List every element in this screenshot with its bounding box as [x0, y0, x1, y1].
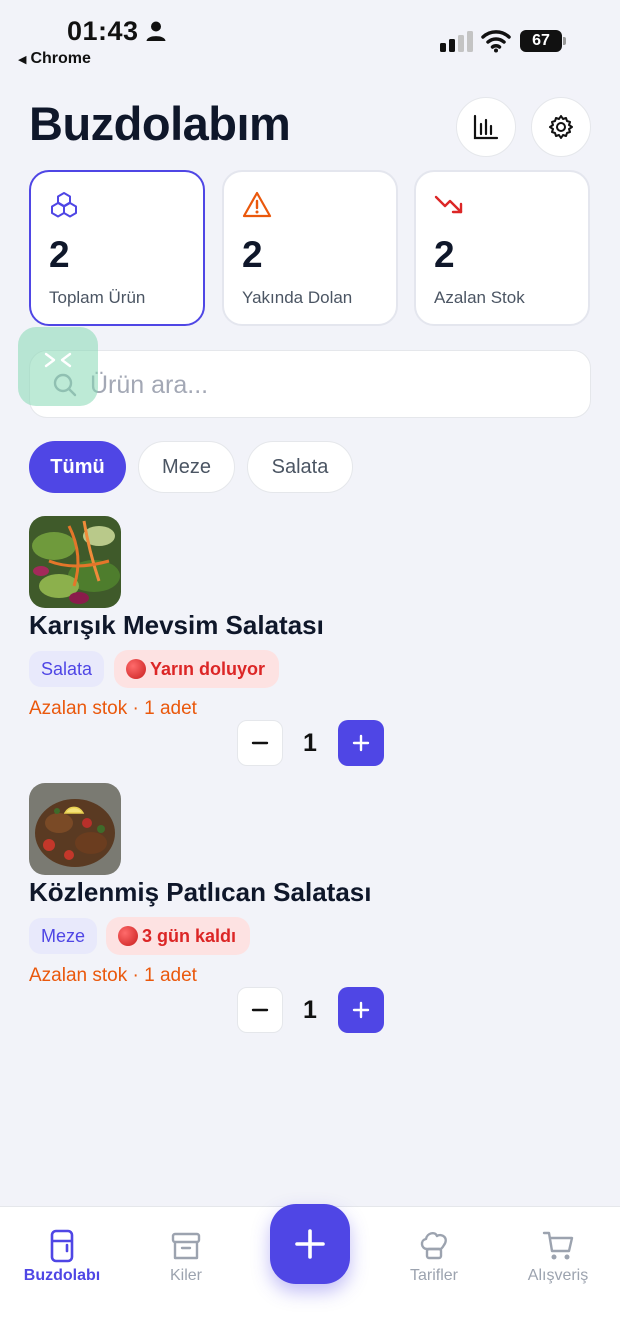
person-icon: [146, 21, 166, 41]
salad-photo-icon: [29, 516, 121, 608]
battery-indicator: 67: [520, 30, 566, 52]
tab-label: Buzdolabı: [23, 1267, 101, 1284]
cellular-signal-icon: [440, 31, 473, 52]
stats-button[interactable]: [456, 97, 516, 157]
eggplant-salad-photo-icon: [29, 783, 121, 875]
stat-card-expiring[interactable]: 2 Yakında Dolan: [222, 170, 398, 326]
stat-label: Toplam Ürün: [49, 288, 146, 307]
filter-chip-meze[interactable]: Meze: [138, 441, 235, 493]
stat-label: Yakında Dolan: [242, 288, 353, 307]
cubes-icon: [51, 192, 77, 218]
page-title: Buzdolabım: [29, 97, 291, 150]
tab-label: Kiler: [169, 1267, 202, 1284]
stat-card-low-stock[interactable]: 2 Azalan Stok: [414, 170, 590, 326]
item-photo[interactable]: [29, 516, 121, 608]
expiry-badge: 3 gün kaldı: [106, 917, 251, 955]
wifi-icon: [481, 30, 511, 53]
add-item-button[interactable]: [270, 1204, 350, 1284]
tab-label: Tarifler: [409, 1267, 458, 1284]
filter-chip-all[interactable]: Tümü: [29, 441, 126, 493]
archive-box-icon: [171, 1232, 201, 1260]
search-box[interactable]: [29, 350, 591, 418]
trending-down-icon: [434, 195, 463, 214]
status-time: 01:43: [67, 16, 139, 46]
stock-note: Azalan stok · 1 adet: [29, 965, 197, 986]
back-app-label: Chrome: [30, 50, 91, 67]
stock-note: Azalan stok · 1 adet: [29, 698, 197, 719]
search-input[interactable]: [90, 363, 570, 407]
floating-collapse-button[interactable]: [18, 327, 98, 406]
tab-shopping[interactable]: Alışveriş: [508, 1229, 608, 1285]
battery-level: 67: [520, 30, 562, 52]
status-bar: 01:43 ◀ Chrome 67: [0, 0, 620, 80]
red-circle-icon: [126, 659, 146, 679]
chef-hat-icon: [420, 1231, 447, 1260]
item-name[interactable]: Közlenmiş Patlıcan Salatası: [29, 877, 371, 908]
tab-pantry[interactable]: Kiler: [136, 1229, 236, 1285]
back-triangle-icon: ◀: [18, 54, 27, 66]
settings-button[interactable]: [531, 97, 591, 157]
red-circle-icon: [118, 926, 138, 946]
minus-icon: [251, 1008, 269, 1012]
back-to-app-link[interactable]: ◀ Chrome: [18, 50, 91, 68]
plus-icon: [352, 734, 370, 752]
item-photo[interactable]: [29, 783, 121, 875]
quantity-value: 1: [303, 996, 317, 1024]
decrease-quantity-button[interactable]: [237, 987, 283, 1033]
warning-icon: [242, 191, 272, 218]
bar-chart-icon: [473, 114, 499, 140]
expiry-badge: Yarın doluyor: [114, 650, 280, 688]
increase-quantity-button[interactable]: [338, 987, 384, 1033]
filter-chip-salata[interactable]: Salata: [247, 441, 353, 493]
category-tag: Meze: [29, 918, 98, 954]
tab-fridge[interactable]: Buzdolabı: [12, 1229, 112, 1285]
stat-value: 2: [49, 234, 70, 275]
category-tag: Salata: [29, 651, 105, 687]
plus-icon: [352, 1001, 370, 1019]
cart-icon: [542, 1231, 574, 1260]
gear-icon: [549, 115, 573, 139]
item-name[interactable]: Karışık Mevsim Salatası: [29, 610, 324, 641]
stat-card-total[interactable]: 2 Toplam Ürün: [29, 170, 205, 326]
fridge-icon: [50, 1229, 74, 1263]
minus-icon: [251, 741, 269, 745]
increase-quantity-button[interactable]: [338, 720, 384, 766]
stat-value: 2: [242, 234, 263, 275]
decrease-quantity-button[interactable]: [237, 720, 283, 766]
expiry-text: Yarın doluyor: [150, 659, 266, 679]
expiry-text: 3 gün kaldı: [142, 926, 237, 946]
stat-value: 2: [434, 234, 455, 275]
collapse-arrows-icon: [44, 352, 72, 368]
quantity-value: 1: [303, 729, 317, 757]
tab-recipes[interactable]: Tarifler: [384, 1229, 484, 1285]
stat-label: Azalan Stok: [434, 288, 525, 307]
plus-icon: [295, 1229, 325, 1259]
tab-label: Alışveriş: [527, 1267, 589, 1284]
